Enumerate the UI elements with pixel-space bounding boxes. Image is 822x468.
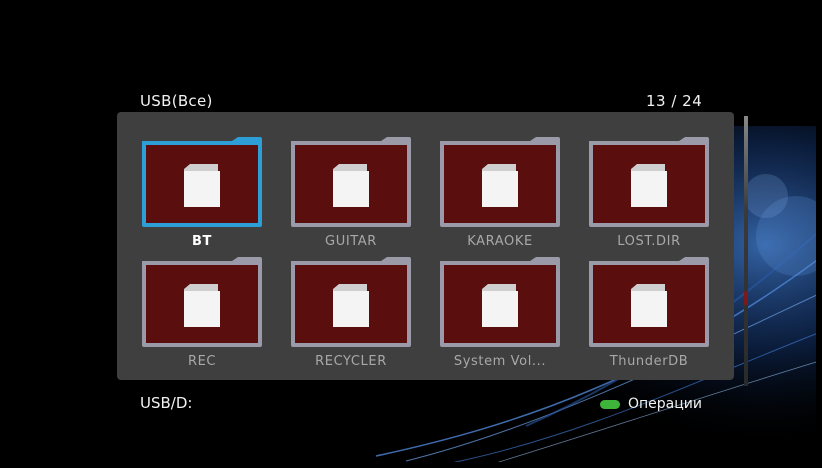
folder-tile-lost-dir[interactable]: LOST.DIR [587,137,711,249]
folder-icon [438,137,562,229]
folder-icon [438,257,562,349]
folder-icon [140,257,264,349]
folder-icon [289,257,413,349]
folder-label: KARAOKE [467,234,533,249]
source-title: USB(Все) [140,92,213,110]
folder-icon [587,257,711,349]
folder-icon [289,137,413,229]
folder-label: LOST.DIR [617,234,681,249]
green-button-icon [600,399,620,409]
folder-tile-rec[interactable]: REC [140,257,264,369]
media-browser-screen: USB(Все) 13 / 24 BT GUITAR KARAOKE LOST.… [6,6,816,462]
folder-grid-panel: BT GUITAR KARAOKE LOST.DIR REC RECYCLER … [117,112,734,380]
folder-label: RECYCLER [315,354,387,369]
folder-label: REC [187,354,217,369]
item-counter: 13 / 24 [646,92,703,110]
operations-label: Операции [628,396,702,412]
folder-tile-thunderdb[interactable]: ThunderDB [587,257,711,369]
folder-label: GUITAR [325,234,377,249]
folder-tile-guitar[interactable]: GUITAR [289,137,413,249]
scrollbar[interactable] [744,116,748,386]
folder-tile-bt[interactable]: BT [140,137,264,249]
folder-icon [587,137,711,229]
folder-tile-system-volume[interactable]: System Vol... [438,257,562,369]
folder-label: BT [192,234,212,249]
folder-label: ThunderDB [609,354,689,369]
folder-icon [140,137,264,229]
current-path: USB/D: [140,394,193,412]
folder-label: System Vol... [453,354,547,369]
operations-hint[interactable]: Операции [600,394,702,414]
folder-tile-karaoke[interactable]: KARAOKE [438,137,562,249]
scrollbar-thumb[interactable] [744,291,748,305]
folder-tile-recycler[interactable]: RECYCLER [289,257,413,369]
